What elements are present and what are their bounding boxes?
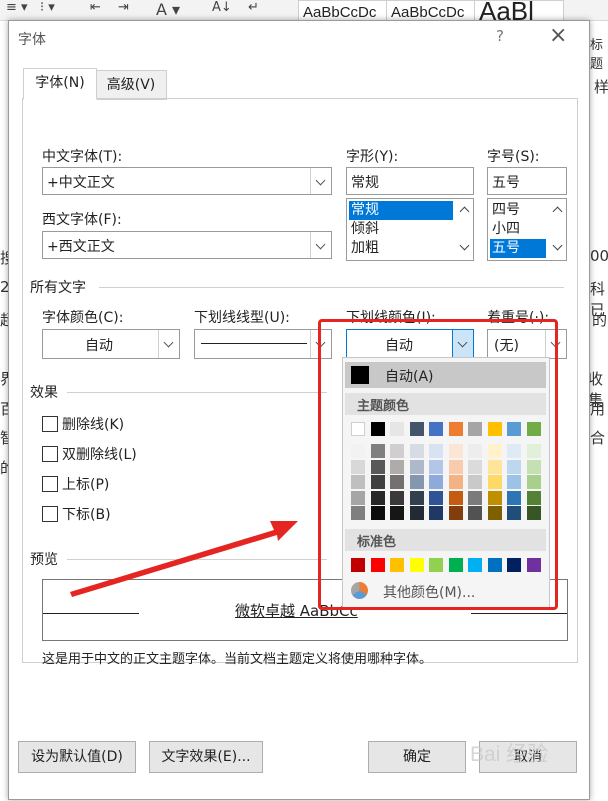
watermark: Bai 经验 xyxy=(470,743,549,766)
annotation-arrow-icon xyxy=(70,521,298,597)
tab-font[interactable]: 字体(N) xyxy=(23,68,97,100)
tab-font-label: 字体(N) xyxy=(35,75,85,91)
